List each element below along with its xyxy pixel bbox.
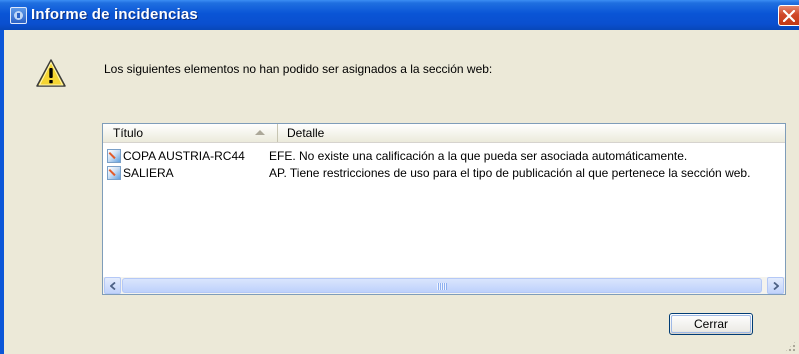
- dialog-message: Los siguientes elementos no han podido s…: [104, 62, 493, 76]
- window-title: Informe de incidencias: [31, 6, 198, 23]
- list-item[interactable]: COPA AUSTRIA-RC44 EFE. No existe una cal…: [103, 148, 785, 164]
- scroll-thumb[interactable]: [122, 278, 762, 293]
- title-bar[interactable]: Informe de incidencias: [0, 0, 799, 30]
- cell-detalle: EFE. No existe una calificación a la que…: [269, 149, 688, 163]
- chevron-left-icon: [110, 282, 116, 290]
- incident-report-dialog: Informe de incidencias Los siguientes el…: [0, 0, 799, 354]
- column-label-titulo: Título: [113, 126, 144, 140]
- results-list[interactable]: Título Detalle COPA AUSTRIA-RC44 EFE. No…: [102, 123, 786, 295]
- warning-icon: [36, 59, 66, 87]
- app-icon: [10, 7, 27, 24]
- scroll-right-button[interactable]: [767, 277, 784, 294]
- close-window-button[interactable]: [778, 5, 799, 26]
- scroll-left-button[interactable]: [104, 277, 121, 294]
- column-label-detalle: Detalle: [287, 126, 325, 140]
- thumb-grip: [437, 283, 447, 290]
- cell-detalle: AP. Tiene restricciones de uso para el t…: [269, 166, 751, 180]
- close-icon: [783, 10, 795, 22]
- cerrar-button[interactable]: Cerrar: [669, 313, 753, 335]
- cell-titulo: SALIERA: [123, 166, 174, 180]
- chevron-right-icon: [773, 282, 779, 290]
- item-icon: [107, 166, 121, 180]
- column-header-detalle[interactable]: Detalle: [279, 124, 785, 142]
- list-item[interactable]: SALIERA AP. Tiene restricciones de uso p…: [103, 165, 785, 181]
- sort-ascending-icon: [255, 130, 265, 135]
- list-header: Título Detalle: [103, 124, 785, 143]
- item-icon: [107, 149, 121, 163]
- horizontal-scrollbar[interactable]: [103, 277, 785, 294]
- column-header-titulo[interactable]: Título: [103, 124, 278, 142]
- resize-grip[interactable]: [784, 340, 797, 353]
- window-frame: [0, 30, 4, 354]
- cell-titulo: COPA AUSTRIA-RC44: [123, 149, 245, 163]
